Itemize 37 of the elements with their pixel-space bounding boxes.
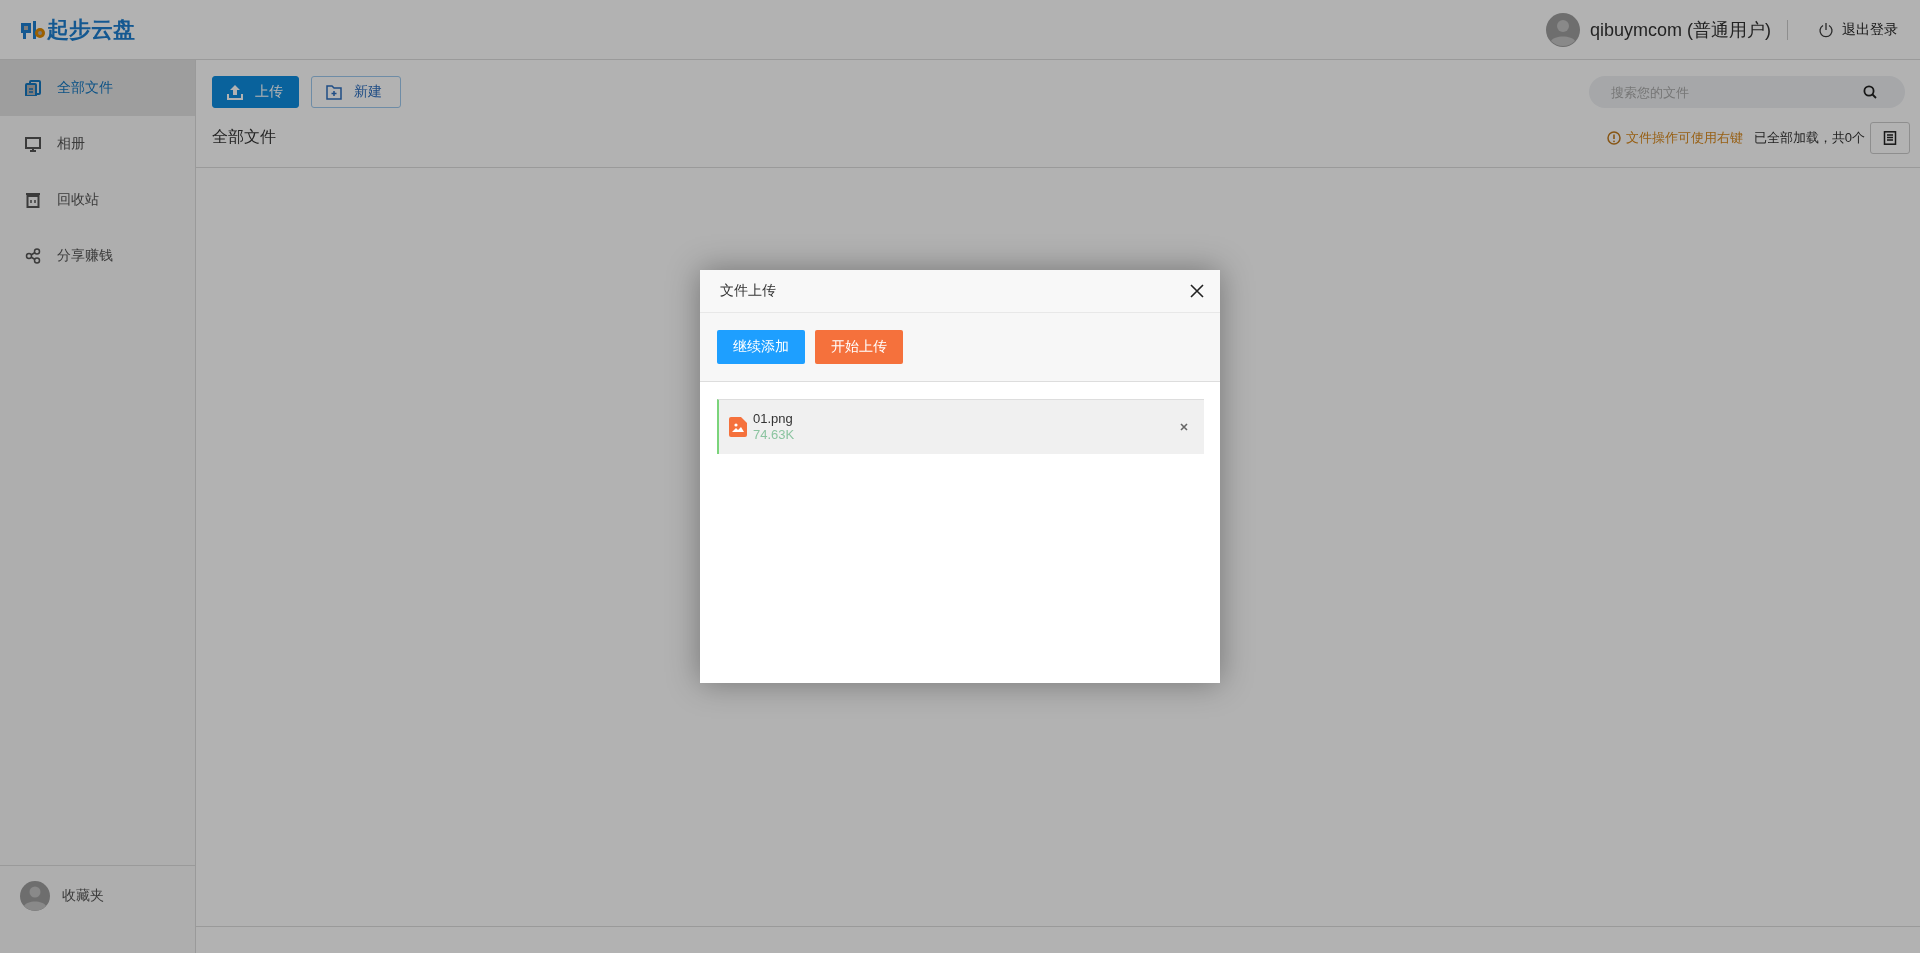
close-button[interactable] [1190, 284, 1204, 298]
avatar-icon [20, 881, 50, 911]
add-files-button[interactable]: 继续添加 [717, 330, 805, 364]
remove-button[interactable] [1180, 423, 1188, 431]
dialog-title: 文件上传 [720, 282, 776, 300]
sidebar-item[interactable]: 全部文件 [0, 60, 195, 116]
power-icon [1818, 21, 1834, 38]
view-toggle-button[interactable] [1870, 121, 1910, 154]
file-count: 已全部加载，共0个 [1753, 128, 1865, 147]
upload-icon [227, 84, 243, 100]
image-file-icon [729, 417, 747, 437]
info-icon [1606, 130, 1621, 145]
monitor-icon [25, 136, 41, 152]
favorites-link[interactable]: 收藏夹 [62, 887, 104, 905]
hint-text: 文件操作可使用右键 [1625, 128, 1743, 147]
user-name[interactable]: qibuymcom (普通用户) [1589, 17, 1771, 42]
files-icon [25, 80, 41, 96]
logo-icon [20, 19, 46, 40]
file-size: 74.63K [753, 427, 796, 443]
logout-link[interactable]: 退出登录 [1818, 20, 1900, 39]
list-icon [1883, 130, 1897, 145]
avatar-icon [1545, 12, 1580, 47]
start-upload-button[interactable]: 开始上传 [815, 330, 903, 364]
breadcrumb: 全部文件 [212, 127, 276, 147]
logo-text: 起步云盘 [47, 15, 135, 44]
folder-plus-icon [326, 84, 342, 100]
new-button[interactable]: 新建 [311, 76, 401, 108]
close-icon [1180, 423, 1188, 431]
sidebar-item[interactable]: 相册 [0, 116, 195, 172]
sidebar-item[interactable]: 回收站 [0, 172, 195, 228]
share-icon [25, 248, 41, 264]
sidebar-item[interactable]: 分享赚钱 [0, 228, 195, 284]
upload-button[interactable]: 上传 [212, 76, 299, 108]
close-icon [1190, 284, 1204, 298]
file-name: 01.png [753, 411, 794, 427]
search-icon [1863, 85, 1877, 99]
trash-icon [25, 192, 41, 208]
